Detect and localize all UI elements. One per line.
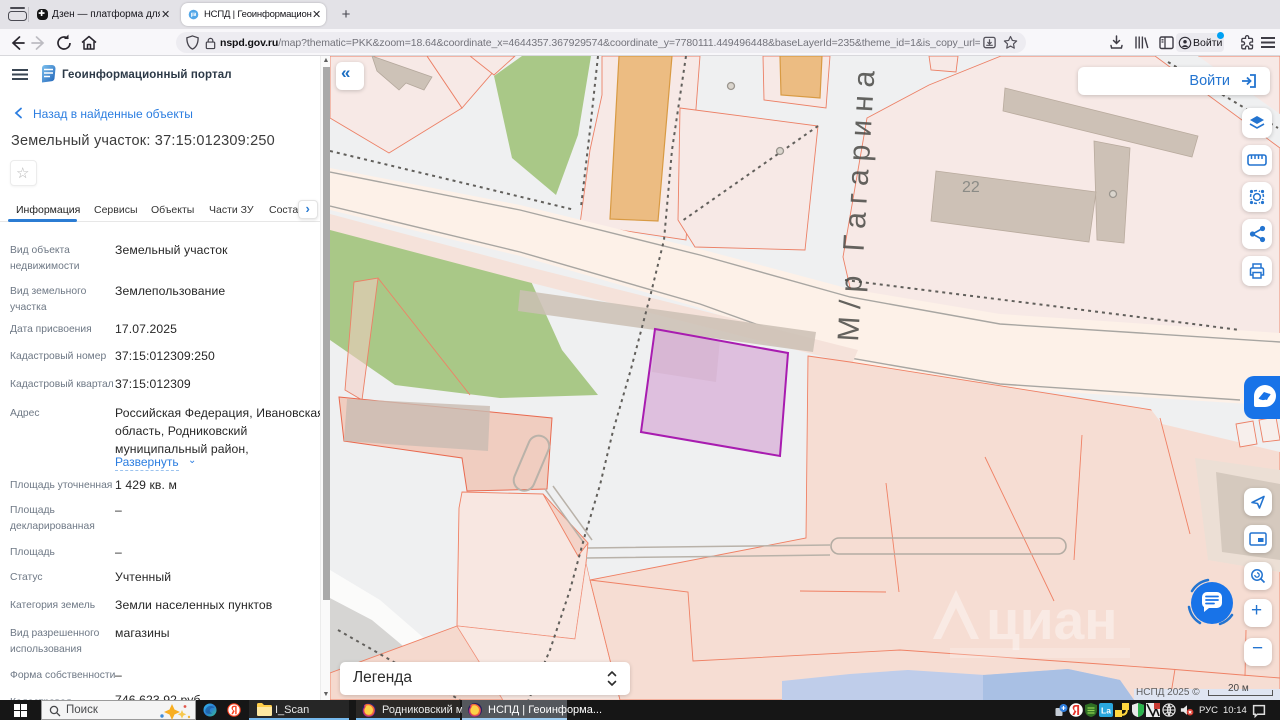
svg-text:циан: циан: [986, 589, 1117, 651]
svg-text:22: 22: [962, 179, 980, 196]
svg-text:La: La: [1101, 706, 1111, 716]
